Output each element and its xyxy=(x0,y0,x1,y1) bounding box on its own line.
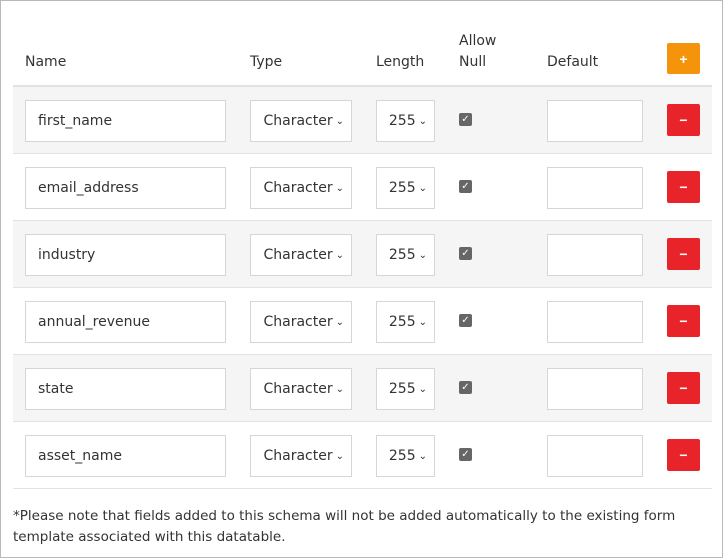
table-header: Name Type Length Allow Null Default + xyxy=(13,1,712,87)
field-name-input[interactable] xyxy=(25,234,226,276)
field-name-input[interactable] xyxy=(25,301,226,343)
length-value: 255 xyxy=(388,381,416,397)
table-row: Character⌄ 255⌄ ✓ − xyxy=(13,87,712,154)
type-select[interactable]: Character ⌄ xyxy=(250,435,352,477)
length-select[interactable]: 255 ⌄ xyxy=(376,435,435,477)
table-row: Character⌄ 255⌄ ✓ − xyxy=(13,422,712,489)
type-value: Character xyxy=(263,180,333,196)
type-value: Character xyxy=(263,448,333,464)
chevron-down-icon: ⌄ xyxy=(418,316,427,328)
length-select[interactable]: 255 ⌄ xyxy=(376,368,435,410)
allow-null-checkbox[interactable]: ✓ xyxy=(459,113,472,126)
header-null: Null xyxy=(459,54,487,70)
length-select[interactable]: 255 ⌄ xyxy=(376,301,435,343)
length-select[interactable]: 255 ⌄ xyxy=(376,167,435,209)
chevron-down-icon: ⌄ xyxy=(335,249,344,261)
type-value: Character xyxy=(263,314,333,330)
remove-field-button[interactable]: − xyxy=(667,439,700,471)
table-row: Character⌄ 255⌄ ✓ − xyxy=(13,288,712,355)
length-value: 255 xyxy=(388,113,416,129)
chevron-down-icon: ⌄ xyxy=(418,182,427,194)
chevron-down-icon: ⌄ xyxy=(335,316,344,328)
allow-null-checkbox[interactable]: ✓ xyxy=(459,381,472,394)
table-row: Character⌄ 255⌄ ✓ − xyxy=(13,221,712,288)
table-row: Character⌄ 255⌄ ✓ − xyxy=(13,154,712,221)
remove-field-button[interactable]: − xyxy=(667,104,700,136)
type-select[interactable]: Character ⌄ xyxy=(250,301,352,343)
default-input[interactable] xyxy=(547,167,643,209)
length-value: 255 xyxy=(388,180,416,196)
field-name-input[interactable] xyxy=(25,435,226,477)
header-name: Name xyxy=(25,54,67,70)
field-name-input[interactable] xyxy=(25,167,226,209)
length-value: 255 xyxy=(388,247,416,263)
chevron-down-icon: ⌄ xyxy=(335,115,344,127)
type-select[interactable]: Character ⌄ xyxy=(250,368,352,410)
add-field-button[interactable]: + xyxy=(667,43,700,74)
schema-note: *Please note that fields added to this s… xyxy=(13,508,676,545)
remove-field-button[interactable]: − xyxy=(667,305,700,337)
header-length: Length xyxy=(376,54,425,70)
length-select[interactable]: 255 ⌄ xyxy=(376,100,435,142)
header-default: Default xyxy=(547,54,599,70)
type-select[interactable]: Character ⌄ xyxy=(250,100,352,142)
chevron-down-icon: ⌄ xyxy=(418,249,427,261)
default-input[interactable] xyxy=(547,100,643,142)
length-select[interactable]: 255 ⌄ xyxy=(376,234,435,276)
header-type: Type xyxy=(250,54,283,70)
chevron-down-icon: ⌄ xyxy=(418,450,427,462)
allow-null-checkbox[interactable]: ✓ xyxy=(459,247,472,260)
allow-null-checkbox[interactable]: ✓ xyxy=(459,448,472,461)
length-value: 255 xyxy=(388,448,416,464)
chevron-down-icon: ⌄ xyxy=(335,383,344,395)
table-row: Character⌄ 255⌄ ✓ − xyxy=(13,355,712,422)
default-input[interactable] xyxy=(547,234,643,276)
field-name-input[interactable] xyxy=(25,368,226,410)
type-value: Character xyxy=(263,381,333,397)
remove-field-button[interactable]: − xyxy=(667,372,700,404)
default-input[interactable] xyxy=(547,435,643,477)
length-value: 255 xyxy=(388,314,416,330)
chevron-down-icon: ⌄ xyxy=(335,450,344,462)
field-name-input[interactable] xyxy=(25,100,226,142)
remove-field-button[interactable]: − xyxy=(667,171,700,203)
allow-null-checkbox[interactable]: ✓ xyxy=(459,314,472,327)
remove-field-button[interactable]: − xyxy=(667,238,700,270)
chevron-down-icon: ⌄ xyxy=(335,182,344,194)
type-select[interactable]: Character ⌄ xyxy=(250,167,352,209)
type-value: Character xyxy=(263,247,333,263)
schema-editor: Name Type Length Allow Null Default + Ch… xyxy=(0,0,723,558)
chevron-down-icon: ⌄ xyxy=(418,115,427,127)
allow-null-checkbox[interactable]: ✓ xyxy=(459,180,472,193)
type-select[interactable]: Character ⌄ xyxy=(250,234,352,276)
header-allow: Allow xyxy=(459,33,497,49)
chevron-down-icon: ⌄ xyxy=(418,383,427,395)
type-value: Character xyxy=(263,113,333,129)
default-input[interactable] xyxy=(547,368,643,410)
default-input[interactable] xyxy=(547,301,643,343)
